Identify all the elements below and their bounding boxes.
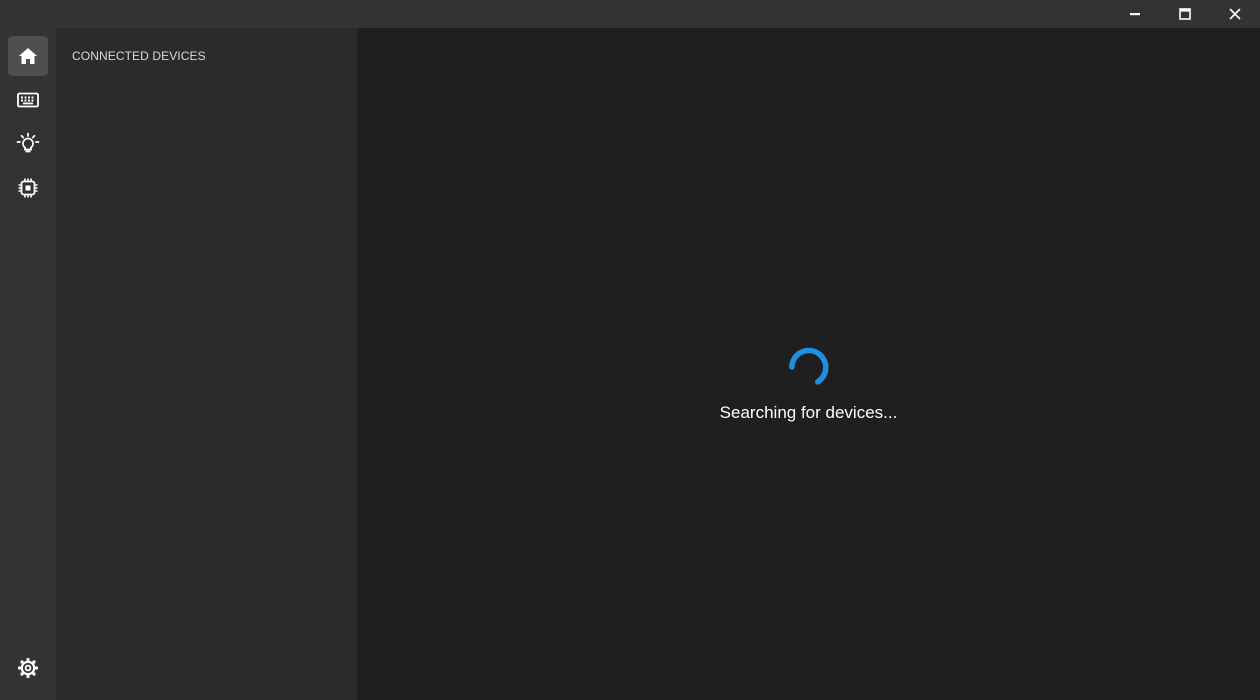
settings-button[interactable] [8, 648, 48, 688]
chip-icon [18, 178, 38, 198]
lightbulb-icon [16, 132, 40, 153]
navigation-rail [0, 28, 56, 700]
minimize-icon [1130, 13, 1140, 16]
keyboard-icon [17, 92, 39, 108]
home-icon [19, 48, 37, 64]
nav-home-button[interactable] [8, 36, 48, 76]
close-icon [1229, 8, 1241, 20]
minimize-button[interactable] [1110, 0, 1160, 28]
loading-spinner-icon [789, 347, 829, 385]
close-button[interactable] [1210, 0, 1260, 28]
main-content: Searching for devices... [357, 28, 1260, 700]
window-controls [1110, 0, 1260, 28]
searching-status-text: Searching for devices... [719, 403, 898, 422]
gear-icon [18, 658, 38, 678]
nav-device-button[interactable] [8, 168, 48, 208]
maximize-button[interactable] [1160, 0, 1210, 28]
nav-lighting-button[interactable] [8, 124, 48, 164]
title-bar[interactable] [0, 0, 1260, 28]
maximize-icon [1179, 8, 1191, 20]
connected-devices-header: CONNECTED DEVICES [72, 49, 206, 63]
nav-keyboard-button[interactable] [8, 80, 48, 120]
connected-devices-panel: CONNECTED DEVICES [56, 28, 357, 700]
app-window: CONNECTED DEVICES Searching for devices.… [0, 0, 1260, 700]
